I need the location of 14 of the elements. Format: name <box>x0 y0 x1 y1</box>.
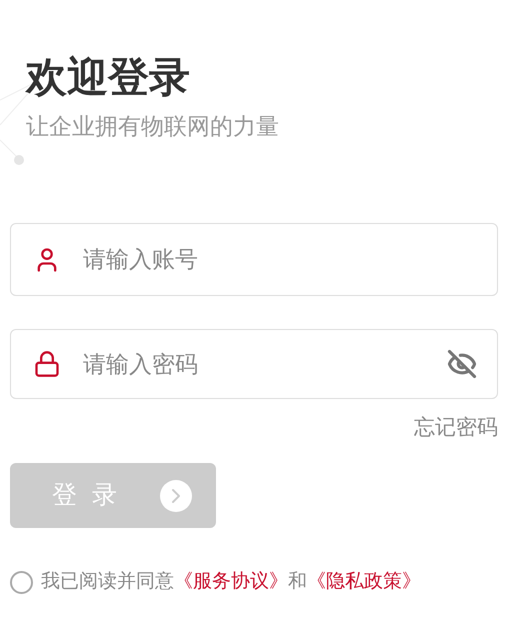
subtitle: 让企业拥有物联网的力量 <box>26 112 280 141</box>
eye-off-icon[interactable] <box>447 349 477 379</box>
agreement-text: 我已阅读并同意《服务协议》和《隐私政策》 <box>41 570 421 594</box>
forgot-password-link[interactable]: 忘记密码 <box>414 413 498 443</box>
lock-icon <box>33 350 61 378</box>
account-field[interactable]: 请输入账号 <box>10 223 498 296</box>
page-title: 欢迎登录 <box>26 53 191 102</box>
service-agreement-link[interactable]: 《服务协议》 <box>174 571 288 592</box>
agreement-radio[interactable] <box>10 570 33 594</box>
account-input[interactable]: 请输入账号 <box>83 242 475 277</box>
password-input[interactable]: 请输入密码 <box>83 346 425 382</box>
arrow-right-icon <box>160 480 192 512</box>
privacy-policy-link[interactable]: 《隐私政策》 <box>307 571 421 592</box>
password-field[interactable]: 请输入密码 <box>10 329 498 399</box>
